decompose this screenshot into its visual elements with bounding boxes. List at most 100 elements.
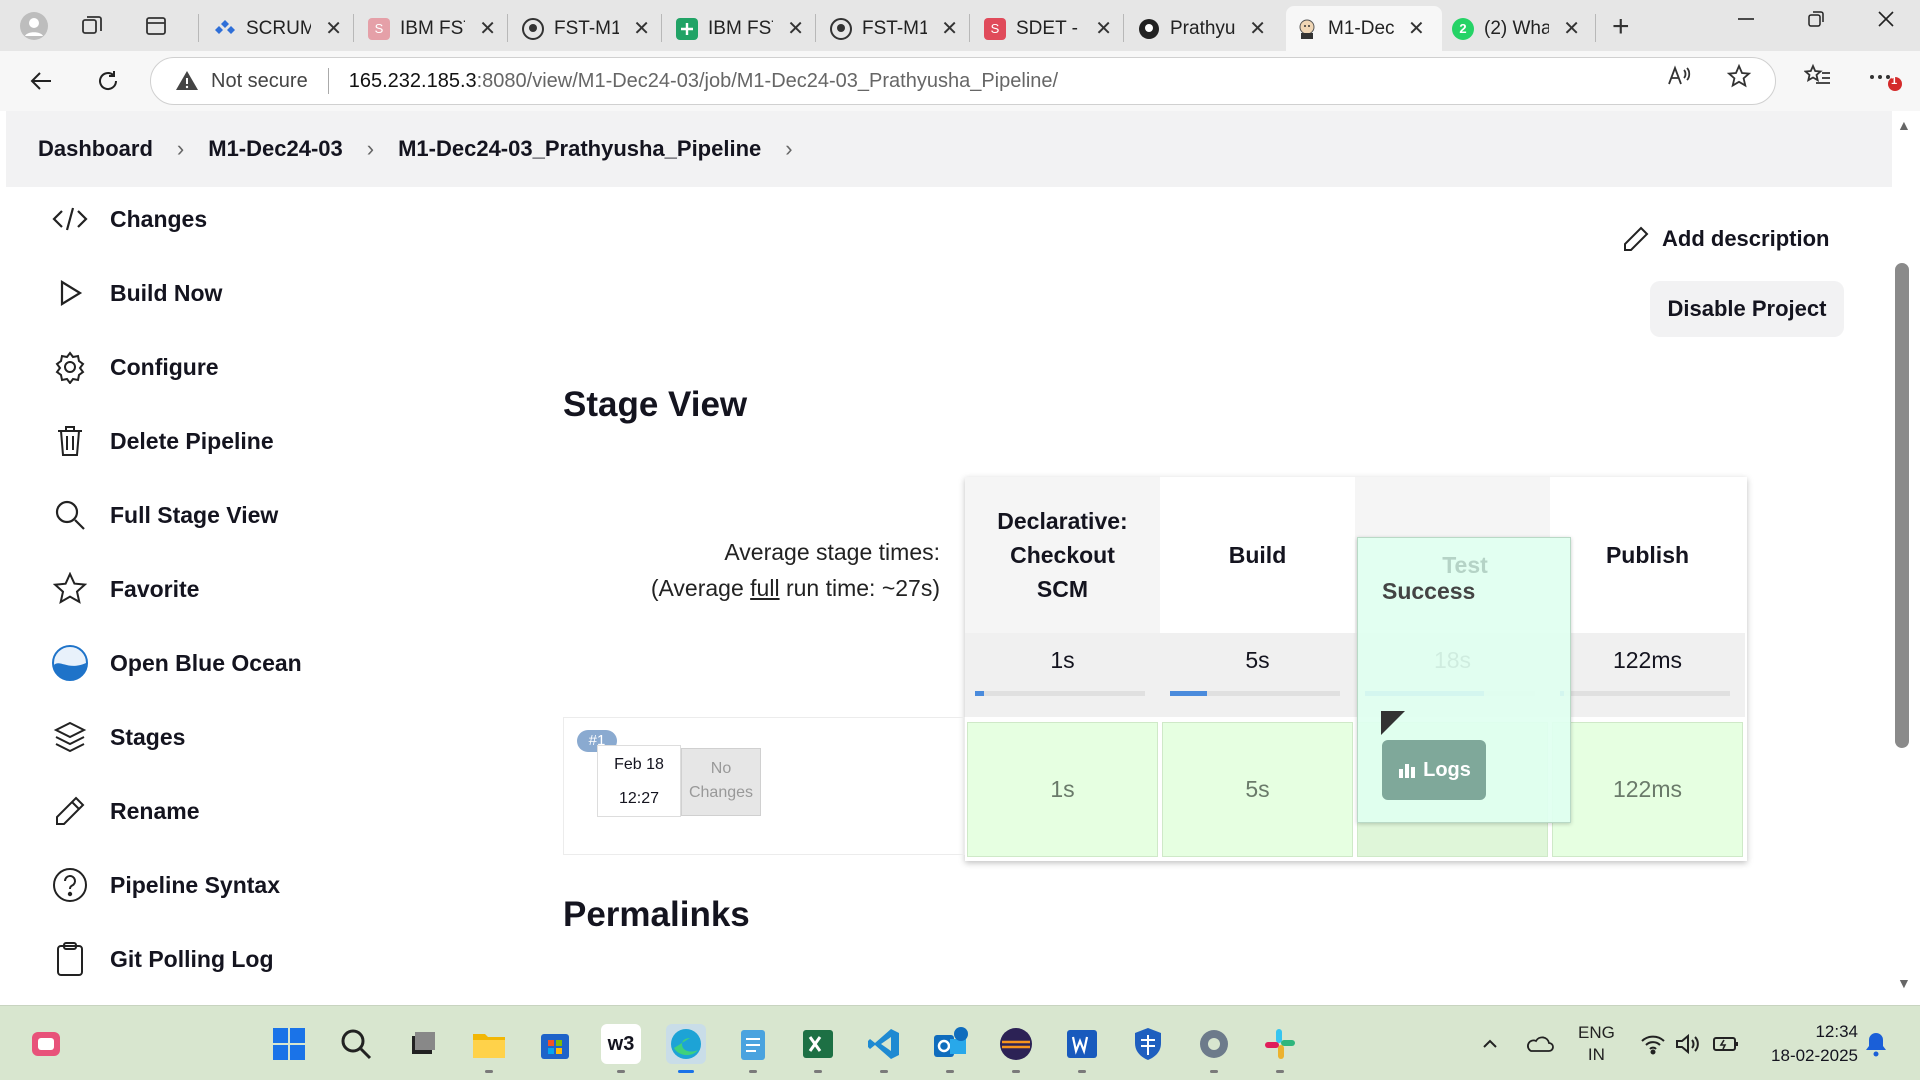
- logs-button[interactable]: Logs: [1382, 740, 1486, 800]
- sidebar-item-changes[interactable]: Changes: [50, 199, 207, 239]
- sidebar-item-pipeline-syntax[interactable]: Pipeline Syntax: [50, 865, 280, 905]
- disable-project-button[interactable]: Disable Project: [1650, 281, 1844, 337]
- close-icon[interactable]: ✕: [1095, 16, 1112, 41]
- sidebar-item-configure[interactable]: Configure: [50, 347, 219, 387]
- github-icon: [830, 17, 852, 40]
- trash-icon: [50, 421, 90, 461]
- sidebar-item-delete-pipeline[interactable]: Delete Pipeline: [50, 421, 274, 461]
- browser-tab[interactable]: 2 (2) Wha ✕: [1442, 6, 1590, 51]
- add-description-link[interactable]: Add description: [1622, 225, 1829, 253]
- task-view-icon[interactable]: [402, 1024, 442, 1064]
- build-date[interactable]: Feb 18 12:27: [597, 745, 681, 817]
- wifi-icon[interactable]: [1640, 1006, 1666, 1080]
- sidebar-item-rename[interactable]: Rename: [50, 791, 199, 831]
- volume-icon[interactable]: [1674, 1006, 1700, 1080]
- scroll-up-icon[interactable]: ▲: [1897, 117, 1911, 133]
- favorites-list-icon[interactable]: [1803, 63, 1832, 94]
- close-icon[interactable]: ✕: [787, 16, 804, 41]
- url-bar[interactable]: Not secure 165.232.185.3 :8080/view/M1-D…: [150, 57, 1776, 105]
- workspaces-icon[interactable]: [74, 8, 110, 44]
- close-icon[interactable]: ✕: [325, 16, 342, 41]
- defender-icon[interactable]: [1128, 1024, 1168, 1064]
- browser-tab[interactable]: FST-M1/ ✕: [512, 6, 660, 51]
- page-scrollbar[interactable]: ▲ ▼: [1894, 111, 1920, 1005]
- back-icon[interactable]: [24, 63, 60, 99]
- vscode-icon[interactable]: [864, 1024, 904, 1064]
- close-icon[interactable]: ✕: [633, 16, 650, 41]
- full-run-link[interactable]: full: [750, 575, 779, 601]
- browser-tab[interactable]: IBM FST ✕: [666, 6, 814, 51]
- sidebar-item-build-now[interactable]: Build Now: [50, 273, 222, 313]
- w3schools-icon[interactable]: w3: [601, 1024, 641, 1064]
- browser-tab[interactable]: Prathyu ✕: [1128, 6, 1276, 51]
- read-aloud-icon[interactable]: [1666, 63, 1692, 94]
- restore-icon[interactable]: [1806, 8, 1826, 36]
- battery-icon[interactable]: [1712, 1006, 1740, 1080]
- sidebar-item-stages[interactable]: Stages: [50, 717, 185, 757]
- help-icon: [50, 865, 90, 905]
- close-icon[interactable]: ✕: [1408, 16, 1425, 41]
- file-explorer-icon[interactable]: [469, 1024, 509, 1064]
- browser-tab[interactable]: S SDET - J ✕: [974, 6, 1122, 51]
- edge-icon[interactable]: [666, 1024, 706, 1064]
- code-icon: [50, 199, 90, 239]
- sidebar-item-full-stage-view[interactable]: Full Stage View: [50, 495, 278, 535]
- browser-tab-active[interactable]: M1-Dec ✕: [1286, 6, 1442, 51]
- pencil-icon: [50, 791, 90, 831]
- new-tab-button[interactable]: +: [1612, 10, 1630, 44]
- not-secure-label[interactable]: Not secure: [211, 70, 308, 93]
- stage-cell[interactable]: 122ms: [1552, 722, 1743, 857]
- scroll-down-icon[interactable]: ▼: [1897, 975, 1911, 991]
- layers-icon: [50, 717, 90, 757]
- close-icon[interactable]: ✕: [1249, 16, 1266, 41]
- warning-icon: [176, 71, 198, 90]
- eclipse-icon[interactable]: [996, 1024, 1036, 1064]
- notification-bell-icon[interactable]: [1864, 1006, 1888, 1080]
- stage-header: Publish: [1605, 542, 1690, 568]
- close-window-icon[interactable]: [1876, 8, 1896, 36]
- language-indicator[interactable]: ENG IN: [1578, 1006, 1615, 1080]
- outlook-icon[interactable]: [930, 1024, 970, 1064]
- close-icon[interactable]: ✕: [941, 16, 958, 41]
- close-icon[interactable]: ✕: [479, 16, 496, 41]
- sidebar-item-git-polling-log[interactable]: Git Polling Log: [50, 939, 274, 979]
- close-icon[interactable]: ✕: [1563, 16, 1580, 41]
- stage-cell[interactable]: 5s: [1162, 722, 1353, 857]
- address-bar-row: Not secure 165.232.185.3 :8080/view/M1-D…: [0, 51, 1920, 111]
- play-icon: [50, 273, 90, 313]
- stage-average-bar: [1170, 691, 1207, 696]
- profile-avatar-icon[interactable]: [16, 8, 52, 44]
- browser-tab[interactable]: FST-M1/ ✕: [820, 6, 968, 51]
- slack-icon[interactable]: [1260, 1024, 1300, 1064]
- build-changes: No Changes: [681, 748, 761, 816]
- search-icon: [50, 495, 90, 535]
- tab-actions-icon[interactable]: [138, 8, 174, 44]
- chevron-right-icon: ›: [785, 136, 793, 161]
- search-icon[interactable]: [336, 1024, 376, 1064]
- minimize-icon[interactable]: [1736, 8, 1756, 36]
- sidebar-item-open-blue-ocean[interactable]: Open Blue Ocean: [50, 643, 302, 683]
- word-icon[interactable]: [1062, 1024, 1102, 1064]
- breadcrumb-job[interactable]: M1-Dec24-03_Prathyusha_Pipeline: [398, 136, 761, 162]
- windows-start-icon[interactable]: [269, 1024, 309, 1064]
- reload-icon[interactable]: [90, 63, 126, 99]
- browser-tab[interactable]: SCRUM ✕: [204, 6, 352, 51]
- notepad-icon[interactable]: [733, 1024, 773, 1064]
- system-clock[interactable]: 12:34 18-02-2025: [1758, 1020, 1858, 1068]
- windows-taskbar: w3 ENG IN 12:34 18-02-2025: [0, 1005, 1920, 1080]
- breadcrumb-folder[interactable]: M1-Dec24-03: [208, 136, 343, 162]
- settings-icon[interactable]: [1194, 1024, 1234, 1064]
- onedrive-icon[interactable]: [1524, 1006, 1554, 1080]
- breadcrumb: Dashboard › M1-Dec24-03 › M1-Dec24-03_Pr…: [6, 111, 1892, 187]
- show-hidden-icons[interactable]: [1480, 1006, 1500, 1080]
- excel-icon[interactable]: [798, 1024, 838, 1064]
- scrollbar-thumb[interactable]: [1895, 263, 1909, 748]
- breadcrumb-dashboard[interactable]: Dashboard: [38, 136, 153, 162]
- browser-tab[interactable]: S IBM FST ✕: [358, 6, 506, 51]
- store-icon[interactable]: [535, 1024, 575, 1064]
- sidebar-item-favorite[interactable]: Favorite: [50, 569, 199, 609]
- stage-cell[interactable]: 1s: [967, 722, 1158, 857]
- favorite-star-icon[interactable]: [1726, 63, 1752, 94]
- more-menu-icon[interactable]: 1: [1866, 59, 1902, 100]
- copilot-icon[interactable]: [26, 1024, 66, 1064]
